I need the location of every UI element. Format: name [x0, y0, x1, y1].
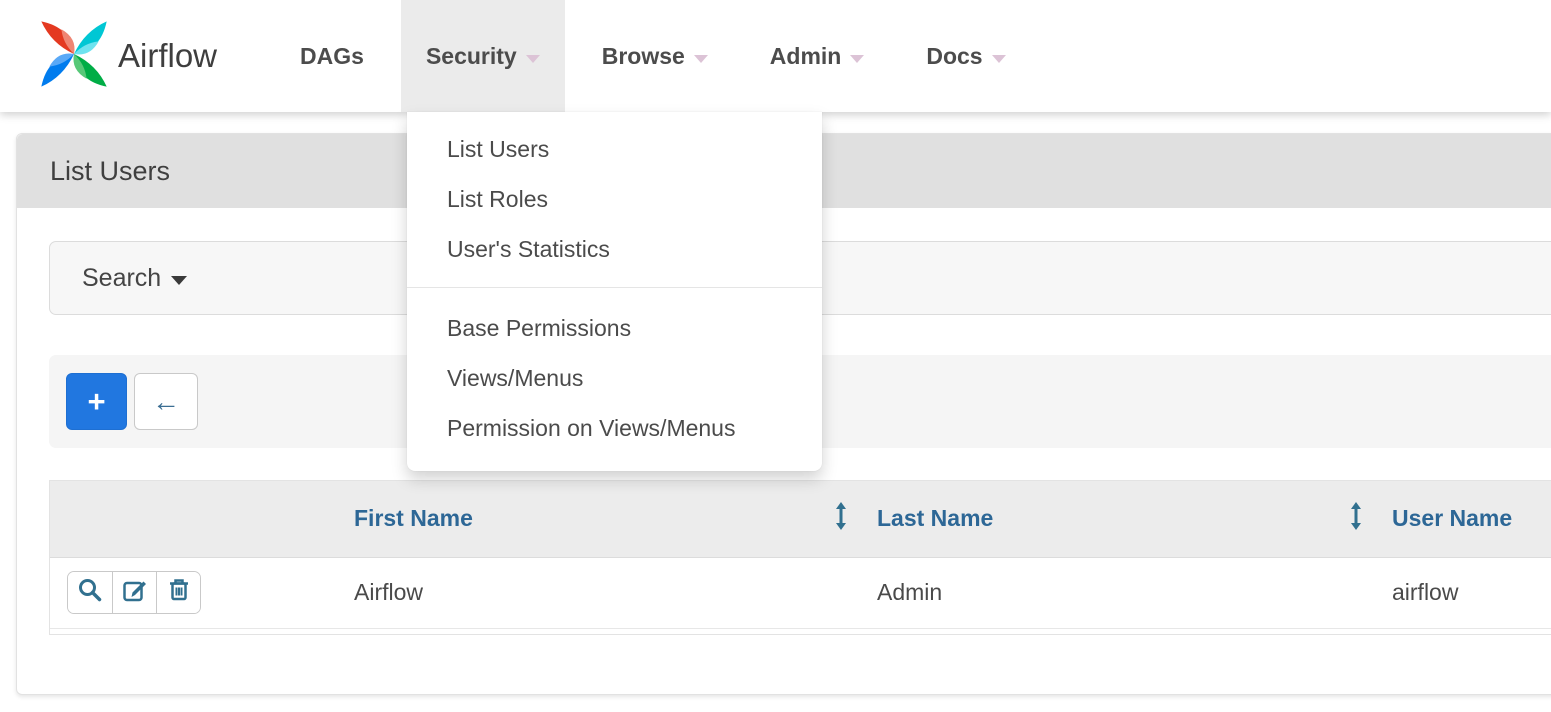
- brand-title: Airflow: [118, 37, 217, 75]
- caret-down-icon: [171, 276, 187, 285]
- cell-first-name: Airflow: [338, 557, 861, 628]
- menu-item-views-menus[interactable]: Views/Menus: [407, 353, 822, 403]
- nav-item-browse[interactable]: Browse: [577, 0, 733, 112]
- menu-item-base-permissions[interactable]: Base Permissions: [407, 303, 822, 353]
- plus-icon: +: [87, 384, 105, 420]
- sort-vertical-arrows-icon[interactable]: [833, 501, 849, 537]
- row-actions-cell: [50, 557, 338, 628]
- security-dropdown-menu: List Users List Roles User's Statistics …: [407, 112, 822, 471]
- column-label: First Name: [354, 505, 473, 531]
- nav-item-dags[interactable]: DAGs: [275, 0, 389, 112]
- magnifier-icon: [77, 577, 103, 609]
- top-navbar: Airflow DAGs Security Browse Admin Docs: [0, 0, 1551, 112]
- menu-item-list-roles[interactable]: List Roles: [407, 174, 822, 224]
- delete-record-button[interactable]: [156, 572, 200, 613]
- nav-item-label: DAGs: [300, 43, 364, 70]
- menu-item-permission-on-views-menus[interactable]: Permission on Views/Menus: [407, 403, 822, 453]
- column-header-actions: [50, 481, 338, 557]
- arrow-left-icon: ←: [152, 386, 180, 418]
- table-header-row: First Name Last Name: [50, 481, 1551, 557]
- nav-item-label: Admin: [770, 43, 842, 70]
- page-title: List Users: [50, 156, 170, 187]
- nav-item-label: Security: [426, 43, 517, 70]
- edit-icon: [122, 577, 148, 609]
- main-nav: DAGs Security Browse Admin Docs: [269, 0, 1037, 112]
- users-table-container: First Name Last Name: [49, 480, 1551, 635]
- caret-down-icon: [992, 55, 1006, 63]
- nav-item-admin[interactable]: Admin: [745, 0, 890, 112]
- menu-item-users-statistics[interactable]: User's Statistics: [407, 224, 822, 274]
- users-table: First Name Last Name: [50, 481, 1551, 629]
- airflow-brand[interactable]: Airflow: [36, 16, 217, 97]
- column-header-last-name[interactable]: Last Name: [861, 481, 1376, 557]
- sort-vertical-arrows-icon[interactable]: [1348, 501, 1364, 537]
- menu-divider: [407, 287, 822, 288]
- caret-down-icon: [850, 55, 864, 63]
- nav-item-docs[interactable]: Docs: [901, 0, 1030, 112]
- column-label: Last Name: [877, 505, 993, 531]
- menu-item-list-users[interactable]: List Users: [407, 124, 822, 174]
- caret-down-icon: [694, 55, 708, 63]
- column-label: User Name: [1392, 505, 1512, 531]
- column-header-user-name[interactable]: User Name: [1376, 481, 1551, 557]
- nav-item-label: Docs: [926, 43, 982, 70]
- table-row: Airflow Admin airflow: [50, 557, 1551, 628]
- row-actions-group: [67, 571, 201, 614]
- airflow-pinwheel-logo-icon: [36, 16, 112, 97]
- caret-down-icon: [526, 55, 540, 63]
- trash-icon: [166, 577, 192, 609]
- search-label: Search: [82, 264, 161, 293]
- cell-last-name: Admin: [861, 557, 1376, 628]
- back-button[interactable]: ←: [134, 373, 198, 430]
- nav-item-label: Browse: [602, 43, 685, 70]
- cell-user-name: airflow: [1376, 557, 1551, 628]
- add-record-button[interactable]: +: [66, 373, 127, 430]
- show-record-button[interactable]: [68, 572, 112, 613]
- edit-record-button[interactable]: [112, 572, 156, 613]
- nav-item-security[interactable]: Security: [401, 0, 565, 112]
- column-header-first-name[interactable]: First Name: [338, 481, 861, 557]
